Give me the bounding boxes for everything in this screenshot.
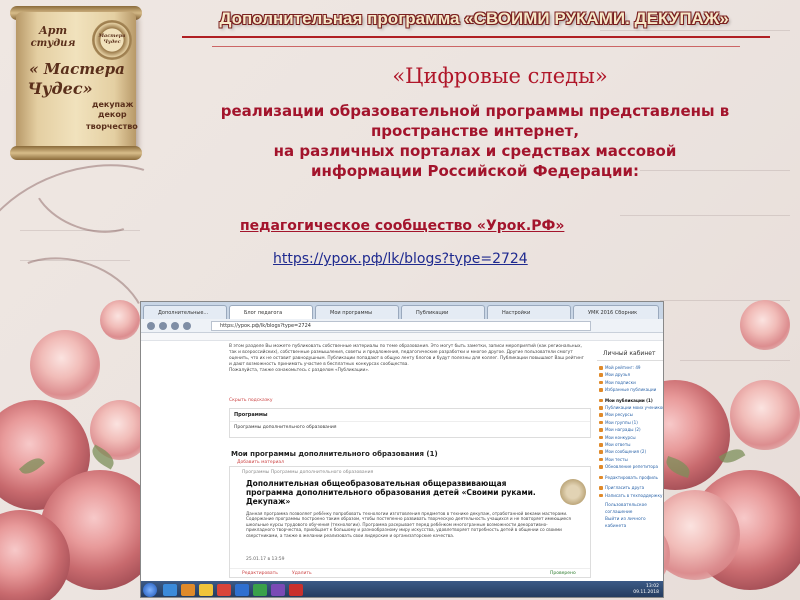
header-divider: [182, 36, 770, 38]
slide-body: реализации образовательной программы пре…: [160, 101, 790, 181]
start-button-icon[interactable]: [143, 583, 157, 597]
browser-tab[interactable]: Мои программы: [315, 305, 399, 319]
cabinet-title: Личный кабинет: [597, 348, 663, 361]
logo-line-3: « Мастера: [29, 60, 125, 78]
browser-screenshot: Дополнительные... Блог педагога Мои прог…: [140, 301, 664, 598]
back-icon[interactable]: [147, 322, 155, 330]
cabinet-item[interactable]: Мои ресурсы: [597, 411, 663, 418]
taskbar-app-icon[interactable]: [181, 584, 195, 596]
taskbar-app-icon[interactable]: [217, 584, 231, 596]
browser-address-bar: https://урок.рф/lk/blogs?type=2724: [141, 319, 663, 333]
cabinet-item[interactable]: Мои тесты: [597, 456, 663, 463]
cabinet-item[interactable]: Пригласить друга: [597, 484, 663, 491]
cabinet-item[interactable]: Мои награды (2): [597, 426, 663, 433]
programs-box: Программы Программы дополнительного обра…: [229, 408, 591, 438]
edit-button[interactable]: Редактировать: [242, 571, 278, 576]
logo-line-1: Арт: [38, 24, 68, 37]
bookmarks-bar: [141, 333, 663, 341]
hide-hint-link[interactable]: Скрыть подсказку: [229, 398, 273, 403]
taskbar-app-icon[interactable]: [235, 584, 249, 596]
programs-title: Мои программы дополнительного образовани…: [231, 450, 438, 458]
community-label: педагогическое сообщество «Урок.РФ»: [240, 218, 565, 234]
body-line-2: пространстве интернет,: [370, 122, 580, 140]
cabinet-item[interactable]: Мои сообщения (2): [597, 448, 663, 455]
url-field[interactable]: https://урок.рф/lk/blogs?type=2724: [211, 321, 591, 331]
status-badge: Проверено: [550, 571, 576, 576]
logo-tag-2: декор: [98, 110, 127, 119]
cabinet-item[interactable]: Мои ответы: [597, 441, 663, 448]
cabinet-item[interactable]: Мои друзья: [597, 371, 663, 378]
cabinet-item[interactable]: Мой рейтинг: 49: [597, 364, 663, 371]
studio-logo: Арт студия Мастера Чудес « Мастера Чудес…: [6, 4, 148, 160]
rose-decoration: [740, 300, 790, 350]
cabinet-item[interactable]: Публикации моих учеников: [597, 404, 663, 411]
program-date: 25.01.17 в 13:59: [246, 557, 285, 562]
program-heading[interactable]: Дополнительная общеобразовательная общер…: [246, 479, 546, 506]
taskbar-app-icon[interactable]: [289, 584, 303, 596]
cabinet-item[interactable]: Написать в техподдержку: [597, 492, 663, 499]
program-description: Данная программа позволяет ребёнку попро…: [246, 511, 571, 538]
cabinet-item[interactable]: Мои конкурсы: [597, 434, 663, 441]
scroll-bottom-roll: [10, 146, 142, 160]
cabinet-item[interactable]: Редактировать профиль: [597, 474, 663, 481]
logo-tag-1: декупаж: [92, 100, 134, 109]
cabinet-item[interactable]: Обновление репетитора: [597, 463, 663, 470]
logo-seal: Мастера Чудес: [92, 20, 132, 60]
browser-tab-bar: Дополнительные... Блог педагога Мои прог…: [141, 302, 663, 319]
rose-decoration: [30, 330, 100, 400]
cabinet-item[interactable]: Мои подписки: [597, 379, 663, 386]
windows-taskbar: 13:02 09.11.2018: [141, 581, 663, 597]
slide-header-title: Дополнительная программа «СВОИМИ РУКАМИ.…: [219, 9, 729, 28]
blog-link[interactable]: https://урок.рф/lk/blogs?type=2724: [273, 251, 528, 267]
taskbar-app-icon[interactable]: [253, 584, 267, 596]
programs-box-heading: Программы: [234, 412, 268, 418]
personal-cabinet-sidebar: Личный кабинет Мой рейтинг: 49 Мои друзь…: [597, 348, 663, 578]
program-actions: Редактировать Удалить Проверено: [230, 568, 590, 578]
add-material-link[interactable]: Добавить материал: [237, 460, 284, 465]
home-icon[interactable]: [183, 322, 191, 330]
body-line-3: на различных порталах и средствах массов…: [273, 142, 677, 160]
info-text: В этом разделе Вы можете публиковать соб…: [229, 344, 584, 373]
taskbar-app-icon[interactable]: [199, 584, 213, 596]
browser-tab[interactable]: Дополнительные...: [143, 305, 227, 319]
taskbar-clock: 13:02 09.11.2018: [633, 584, 659, 595]
taskbar-app-icon[interactable]: [271, 584, 285, 596]
rose-decoration: [730, 380, 800, 450]
cabinet-footer-link[interactable]: Выйти из личного кабинета: [597, 516, 663, 530]
logo-line-4: Чудес»: [27, 79, 93, 98]
rose-decoration: [100, 300, 140, 340]
reload-icon[interactable]: [171, 322, 179, 330]
browser-tab-active[interactable]: Блог педагога: [229, 305, 313, 319]
body-line-1: реализации образовательной программы пре…: [220, 102, 730, 120]
forward-icon[interactable]: [159, 322, 167, 330]
slide-title: «Цифровые следы»: [392, 64, 608, 88]
header-divider-thin: [212, 46, 740, 47]
program-thumbnail: [560, 479, 586, 505]
cabinet-item[interactable]: Мои публикации (1): [597, 397, 663, 404]
browser-tab[interactable]: УМК 2016 Сборник: [573, 305, 659, 319]
browser-tab[interactable]: Настройки: [487, 305, 571, 319]
browser-tab[interactable]: Публикации: [401, 305, 485, 319]
cabinet-item[interactable]: Мои группы (1): [597, 419, 663, 426]
logo-tag-3: творчество: [86, 122, 138, 131]
program-category[interactable]: Программы Программы дополнительного обра…: [242, 470, 373, 475]
logo-line-2: студия: [30, 38, 76, 49]
program-card: Программы Программы дополнительного обра…: [229, 466, 591, 578]
taskbar-app-icon[interactable]: [163, 584, 177, 596]
programs-box-row[interactable]: Программы дополнительного образования: [230, 421, 590, 433]
blog-content: В этом разделе Вы можете публиковать соб…: [227, 342, 593, 580]
body-line-4: информации Российской Федерации:: [310, 162, 640, 180]
cabinet-footer-link[interactable]: Пользовательское соглашение: [597, 502, 663, 516]
cabinet-item[interactable]: Избранные публикации: [597, 386, 663, 393]
delete-button[interactable]: Удалить: [292, 571, 312, 576]
